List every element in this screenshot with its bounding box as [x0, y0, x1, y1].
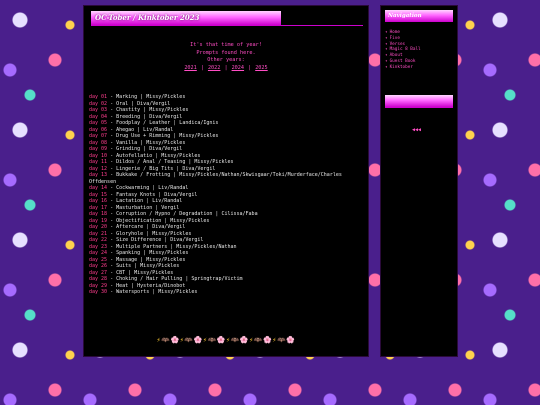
day-label: day 19 [89, 217, 108, 224]
day-prompt: - Dildos / Anal / Teasing | Missy/Pickle… [107, 159, 234, 165]
day-prompt: - Oral | Diva/Vergil [107, 100, 171, 107]
day-label: day 07 [89, 133, 108, 139]
intro-line: It's that time of year! [190, 42, 262, 48]
day-prompt: - Fantasy Knots | Diva/Vergil [107, 191, 198, 198]
day-prompt: - Choking / Hair Pulling | Springtrap/Vi… [107, 276, 243, 282]
year-link-2021[interactable]: 2021 [184, 65, 197, 71]
navigation-divider [385, 107, 453, 108]
bullet-icon: ✦ [385, 53, 388, 59]
day-label: day 01 [89, 94, 108, 100]
day-prompt: - Lactation | Liv/Randal [107, 198, 183, 204]
day-label: day 06 [89, 126, 108, 133]
day-prompt: - Aftercare | Diva/Vergil [107, 224, 186, 230]
title-divider [91, 25, 363, 26]
day-label: day 10 [89, 152, 108, 159]
day-label: day 20 [89, 224, 108, 230]
day-prompt: - Spanking | Missy/Pickles [107, 250, 189, 256]
day-prompt: - Massage | Missy/Pickles [107, 256, 186, 263]
day-prompt: - Gloryhole | Missy/Pickles [107, 230, 192, 237]
day-label: day 02 [89, 100, 108, 107]
bullet-icon: ✦ [385, 30, 388, 35]
day-prompt: - Ahegao | Liv/Randal [107, 126, 174, 133]
day-prompt: - Corruption / Hypno / Degradation | Cil… [107, 211, 258, 217]
year-links: 2021 | 2022 | 2024 | 2025 [184, 64, 268, 71]
day-prompt: - Grinding | Diva/Vergil [107, 146, 183, 152]
day-label: day 25 [89, 256, 108, 263]
day-label: day 29 [89, 282, 108, 289]
day-prompt: - Autofellatio | Missy/Pickles [107, 152, 201, 159]
year-link-2022[interactable]: 2022 [208, 65, 221, 71]
day-prompt: - Marking | Missy/Pickles [107, 94, 186, 100]
other-years-label: Other years: [207, 57, 245, 63]
page-title: OC-Tober / Kinktober 2023 [91, 11, 281, 25]
day-label: day 15 [89, 191, 108, 198]
day-label: day 22 [89, 237, 108, 243]
day-label: day 14 [89, 185, 108, 191]
nav-item-label: Guest Book [389, 58, 416, 64]
nav-item-label: Magic 8 Ball [389, 47, 421, 53]
day-label: day 18 [89, 211, 108, 217]
day-prompt: - CBT | Missy/Pickles [107, 269, 174, 276]
bullet-icon: ✦ [385, 64, 388, 70]
bullet-icon: ✦ [385, 47, 388, 53]
nav-item-label: Kinktober [389, 64, 413, 70]
day-prompt: - Vanilla | Missy/Pickles [107, 139, 186, 146]
year-link-2024[interactable]: 2024 [232, 65, 245, 71]
day-prompt: - Size Difference | Diva/Vergil [107, 237, 204, 243]
day-label: day 11 [89, 159, 108, 165]
nav-item-label: Five [389, 35, 400, 41]
day-prompt: - Suits | Missy/Pickles [107, 263, 180, 269]
day-label: day 12 [89, 165, 108, 172]
day-label: day 09 [89, 146, 108, 152]
nav-item-label: Home [389, 30, 400, 35]
day-prompt: - Foodplay / Leather | Landica/Ignis [107, 120, 219, 126]
day-label: day 17 [89, 204, 108, 211]
navigation-title: Navigation [385, 10, 453, 22]
day-label: day 26 [89, 263, 108, 269]
intro-block: It's that time of year! Prompts found he… [84, 42, 368, 72]
day-label: day 03 [89, 107, 108, 113]
emoji-divider: ⚡🦇🌸⚡🦇🌸⚡🦇🌸⚡🦇🌸⚡🦇🌸⚡🦇🌸 [156, 336, 296, 344]
day-row: day 30 - Watersports | Missy/Pickles [89, 289, 367, 296]
intro-line: Prompts found here. [196, 49, 256, 56]
day-label: day 21 [89, 230, 108, 237]
day-label: day 23 [89, 243, 108, 250]
day-prompt: - Objectification | Missy/Pickles [107, 217, 210, 224]
day-prompt: - Masturbation | Vergil [107, 204, 180, 211]
day-prompt: - Bukkake / Frotting | Missy/Pickles/Nat… [89, 172, 345, 185]
main-content-panel: OC-Tober / Kinktober 2023 It's that time… [83, 5, 369, 357]
bullet-icon: ✦ [385, 58, 388, 64]
day-prompt: - Drug Use + Rimming | Missy/Pickles [107, 133, 219, 139]
day-prompt: - Heat | Hysteria/Dinobot [107, 282, 186, 289]
day-prompt: - Watersports | Missy/Pickles [107, 289, 198, 295]
day-prompt: - Breeding | Diva/Vergil [107, 113, 183, 120]
nav-item-label: Verses [389, 41, 406, 47]
day-label: day 16 [89, 198, 108, 204]
day-prompt: - Multiple Partners | Missy/Pickles/Nath… [107, 243, 237, 250]
day-label: day 08 [89, 139, 108, 146]
bullet-icon: ✦ [385, 41, 388, 47]
day-label: day 28 [89, 276, 108, 282]
nav-item-label: About [389, 53, 403, 59]
day-label: day 04 [89, 113, 108, 120]
day-label: day 13 [89, 172, 108, 178]
day-prompt: - Chastity | Missy/Pickles [107, 107, 189, 113]
day-label: day 24 [89, 250, 108, 256]
day-prompt: - Cockwarming | Liv/Randal [107, 185, 189, 191]
day-label: day 05 [89, 120, 108, 126]
nav-item-kinktober[interactable]: ✦ Kinktober [385, 65, 421, 71]
day-label: day 27 [89, 269, 108, 276]
day-label: day 30 [89, 289, 108, 295]
navigation-bar-decoration [385, 95, 453, 107]
navigation-list: ✦ Home ✦ Five ✦ Verses ✦ Magic 8 Ball ✦ About ✦ Gue… [385, 30, 421, 71]
bullet-icon: ✦ [385, 35, 388, 41]
navigation-panel: Navigation ✦ Home ✦ Five ✦ Verses ✦ Magic 8 Bal… [380, 5, 458, 357]
year-link-2025[interactable]: 2025 [255, 65, 268, 71]
prompt-list: day 01 - Marking | Missy/Pickles day 02 -… [89, 94, 367, 296]
previous-arrows-link[interactable]: ◀◀◀ [412, 127, 421, 133]
day-row: day 13 - Bukkake / Frotting | Missy/Pick… [89, 172, 367, 185]
day-prompt: - Lingerie / Big Tits | Diva/Vergil [107, 165, 216, 172]
